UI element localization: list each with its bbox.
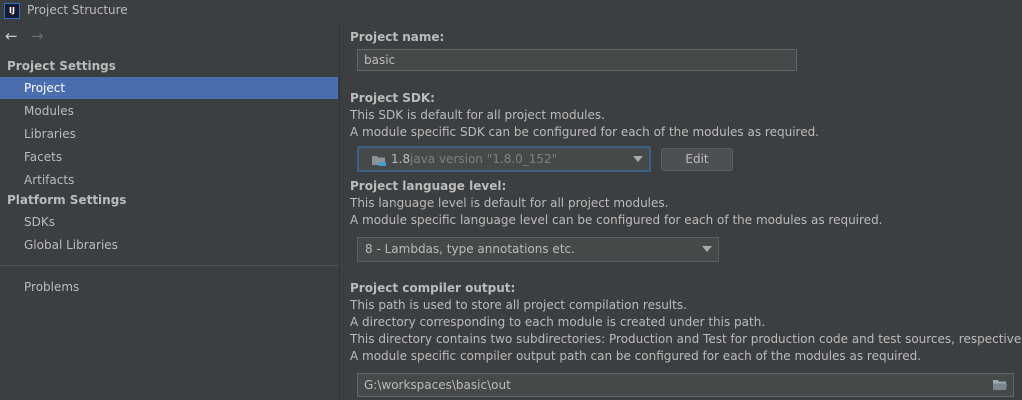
compiler-output-label: Project compiler output: (350, 281, 516, 295)
back-arrow-icon[interactable]: ← (5, 29, 18, 44)
compiler-output-description-1: This path is used to store all project c… (350, 298, 687, 312)
project-sdk-description-2: A module specific SDK can be configured … (350, 125, 820, 139)
intellij-logo-icon: IJ (4, 3, 20, 19)
sidebar-item-sdks[interactable]: SDKs (0, 211, 338, 233)
project-sdk-label: Project SDK: (350, 91, 435, 105)
sidebar-item-artifacts[interactable]: Artifacts (0, 169, 338, 191)
forward-arrow-icon: → (31, 27, 44, 45)
compiler-output-field (357, 373, 1014, 397)
sdk-version-detail: java version "1.8.0_152" (410, 152, 558, 166)
language-level-label: Project language level: (350, 179, 507, 193)
compiler-output-input[interactable] (357, 373, 1014, 397)
project-sdk-description-1: This SDK is default for all project modu… (350, 108, 605, 122)
project-settings-header: Project Settings (7, 59, 116, 73)
compiler-output-description-3: This directory contains two subdirectori… (350, 332, 1022, 346)
project-sdk-dropdown[interactable]: 1.8 java version "1.8.0_152" (357, 146, 651, 172)
sidebar-separator (0, 265, 338, 266)
title-bar: IJ Project Structure (0, 0, 1022, 22)
language-level-description-2: A module specific language level can be … (350, 213, 883, 227)
sidebar: ← → Project Settings Project Modules Lib… (0, 22, 339, 400)
edit-sdk-button[interactable]: Edit (661, 148, 733, 171)
sidebar-item-libraries[interactable]: Libraries (0, 123, 338, 145)
platform-settings-header: Platform Settings (7, 193, 127, 207)
sidebar-item-modules[interactable]: Modules (0, 100, 338, 122)
language-level-dropdown[interactable]: 8 - Lambdas, type annotations etc. (357, 237, 719, 262)
sidebar-item-project[interactable]: Project (0, 77, 338, 99)
chevron-down-icon (702, 246, 712, 252)
project-settings-panel: Project name: Project SDK: This SDK is d… (340, 22, 1022, 400)
language-level-description-1: This language level is default for all p… (350, 196, 669, 210)
window-title: Project Structure (27, 3, 128, 17)
compiler-output-description-4: A module specific compiler output path c… (350, 349, 922, 363)
sidebar-item-facets[interactable]: Facets (0, 146, 338, 168)
compiler-output-description-2: A directory corresponding to each module… (350, 315, 766, 329)
sidebar-item-problems[interactable]: Problems (0, 276, 338, 298)
project-name-label: Project name: (350, 30, 445, 44)
project-name-input[interactable] (357, 49, 797, 71)
sidebar-item-global-libraries[interactable]: Global Libraries (0, 234, 338, 256)
language-level-selected: 8 - Lambdas, type annotations etc. (365, 242, 575, 256)
chevron-down-icon (633, 156, 643, 162)
browse-folder-icon[interactable] (992, 378, 1008, 395)
sdk-folder-icon (371, 153, 387, 170)
sdk-version: 1.8 (391, 152, 411, 166)
